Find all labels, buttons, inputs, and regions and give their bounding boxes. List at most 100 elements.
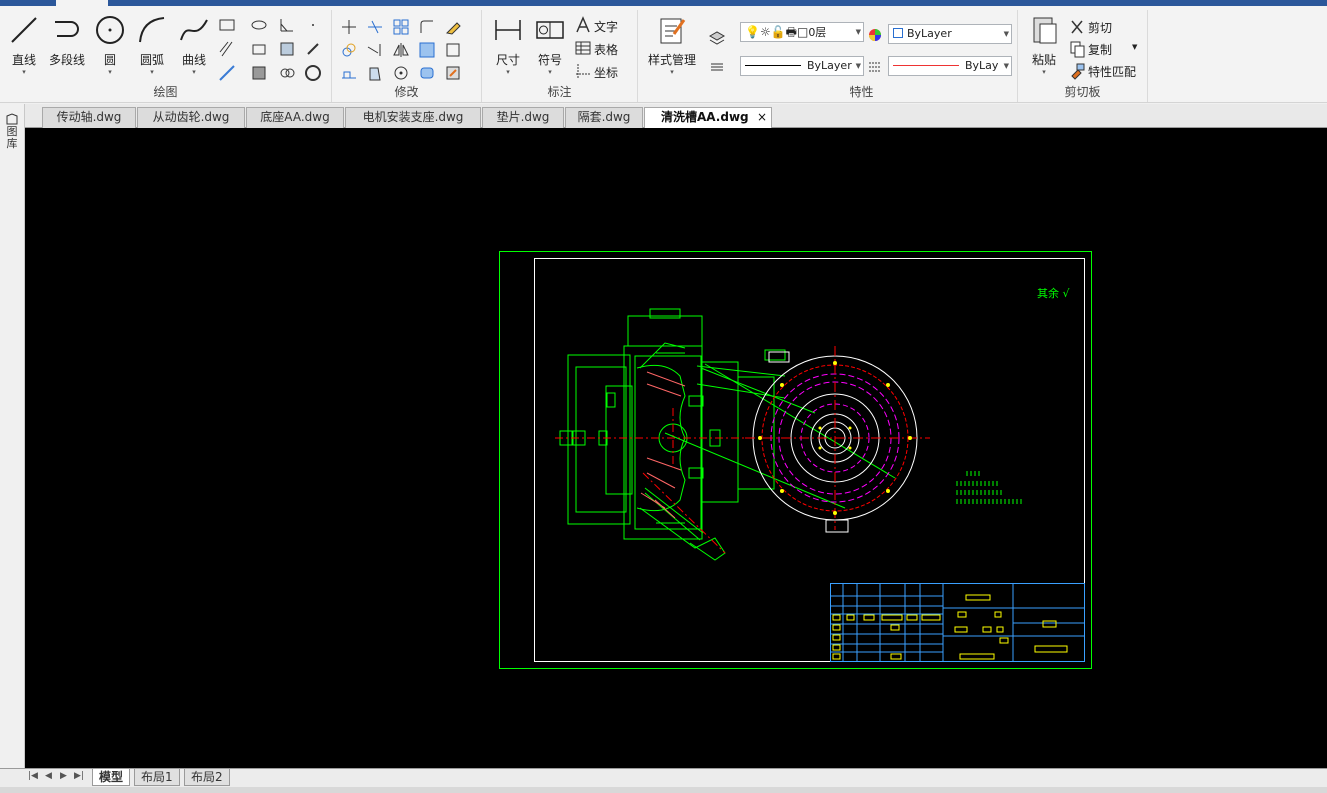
drawing-svg[interactable]: 其余 √ <box>25 128 1327 768</box>
library-panel-toggle[interactable]: 图库 <box>5 126 19 150</box>
title-block-text <box>832 594 1068 660</box>
close-tab-icon[interactable]: × <box>757 108 767 127</box>
circle-label: 圆 <box>103 53 116 67</box>
scale-icon[interactable] <box>418 41 436 59</box>
text-icon[interactable] <box>574 16 592 34</box>
tab-layout1[interactable]: 布局1 <box>134 769 180 786</box>
point-icon[interactable] <box>304 16 322 34</box>
layer-manager-icon[interactable] <box>708 28 726 46</box>
status-bar <box>0 787 1327 793</box>
cut-label[interactable]: 剪切 <box>1088 19 1112 36</box>
table-icon[interactable] <box>574 39 592 57</box>
copy-label[interactable]: 复制 <box>1088 41 1112 58</box>
lineweight-icon[interactable] <box>866 58 884 76</box>
layout-tab-bar: |◀ ◀ ▶ ▶| 模型 布局1 布局2 <box>0 768 1327 787</box>
panel-properties: 💡☼🔓🖶□0层 ▼ ByLayer ▼ ByLayer ▼ ByLay ▼ 特性 <box>706 10 1018 102</box>
file-tab[interactable]: 电机安装支座.dwg <box>345 107 481 128</box>
prev-tab-icon[interactable]: ◀ <box>45 771 52 781</box>
first-tab-icon[interactable]: |◀ <box>28 771 38 781</box>
tab-layout2[interactable]: 布局2 <box>184 769 230 786</box>
next-tab-icon[interactable]: ▶ <box>60 771 67 781</box>
linetype-icon[interactable] <box>708 58 726 76</box>
line-button[interactable]: 直线 ▾ <box>4 14 44 76</box>
match-properties-icon[interactable] <box>1068 62 1086 80</box>
region-icon[interactable] <box>250 40 268 58</box>
donut-icon[interactable] <box>304 64 322 82</box>
section-view <box>559 308 786 561</box>
style-manager-button[interactable]: 样式管理 ▾ <box>644 14 700 76</box>
file-tab[interactable]: 隔套.dwg <box>565 107 643 128</box>
roughness-note: 其余 √ <box>1037 286 1070 300</box>
coordinate-label[interactable]: 坐标 <box>594 64 618 81</box>
polyline-label: 多段线 <box>48 53 85 67</box>
ray-icon[interactable] <box>304 40 322 58</box>
panel-annotate: 尺寸 ▾ 符号 ▾ 文字 表格 坐标 标注 <box>482 10 638 102</box>
construction-line-icon[interactable] <box>218 64 236 82</box>
scissors-icon[interactable] <box>1068 18 1086 36</box>
chamfer-icon[interactable] <box>418 64 436 82</box>
panel-draw: 直线 ▾ 多段线 圆 ▾ 圆弧 ▾ 曲线 ▾ 绘图 <box>0 10 332 102</box>
last-tab-icon[interactable]: ▶| <box>74 771 84 781</box>
move-icon[interactable] <box>340 18 358 36</box>
layer-dropdown[interactable]: 💡☼🔓🖶□0层 ▼ <box>740 22 864 42</box>
section-hatching <box>640 371 686 519</box>
arc-icon <box>139 17 165 43</box>
revision-cloud-icon[interactable] <box>278 64 296 82</box>
text-label[interactable]: 文字 <box>594 18 618 35</box>
extend-icon[interactable] <box>366 41 384 59</box>
linetype-value: ByLayer <box>807 59 852 72</box>
explode-icon[interactable] <box>444 41 462 59</box>
color-wheel-icon[interactable] <box>866 26 884 44</box>
coordinate-icon[interactable] <box>574 62 592 80</box>
drawing-canvas[interactable]: 其余 √ <box>25 128 1327 768</box>
lineweight-value: ByLay <box>965 59 999 72</box>
wipeout-icon[interactable] <box>250 64 268 82</box>
sheet-outer-frame <box>499 251 1092 669</box>
fillet-icon[interactable] <box>418 18 436 36</box>
rotate-icon[interactable] <box>392 64 410 82</box>
linetype-dropdown[interactable]: ByLayer ▼ <box>740 56 864 76</box>
offset-icon[interactable] <box>366 64 384 82</box>
color-dropdown[interactable]: ByLayer ▼ <box>888 24 1012 44</box>
annotate-panel-title: 标注 <box>547 85 572 99</box>
boundary-icon[interactable] <box>278 40 296 58</box>
file-tab[interactable]: 垫片.dwg <box>482 107 564 128</box>
file-tab-bar: 传动轴.dwg 从动齿轮.dwg 底座AA.dwg 电机安装支座.dwg 垫片.… <box>0 104 1327 128</box>
spline-icon <box>180 19 208 41</box>
symbol-button[interactable]: 符号 ▾ <box>530 14 570 76</box>
file-tab[interactable]: 底座AA.dwg <box>246 107 344 128</box>
arc-button[interactable]: 圆弧 ▾ <box>132 14 172 76</box>
active-tab-label: 清洗槽AA.dwg <box>661 110 749 124</box>
paste-button[interactable]: 粘贴 ▾ <box>1024 14 1064 76</box>
dimension-angle-icon[interactable] <box>278 16 296 34</box>
mirror-icon[interactable] <box>392 41 410 59</box>
ellipse-icon[interactable] <box>250 16 268 34</box>
lineweight-dropdown[interactable]: ByLay ▼ <box>888 56 1012 76</box>
file-tab-active[interactable]: 清洗槽AA.dwg × <box>644 107 772 128</box>
hatch-icon[interactable] <box>218 40 236 58</box>
paste-icon <box>1033 17 1057 44</box>
title-block <box>830 583 1085 662</box>
properties-edit-icon[interactable] <box>444 64 462 82</box>
layer-value: 0层 <box>808 26 827 39</box>
erase-icon[interactable] <box>444 18 462 36</box>
file-tab[interactable]: 传动轴.dwg <box>42 107 136 128</box>
geometric-tolerance-icon <box>536 21 564 39</box>
rectangle-icon[interactable] <box>218 16 236 34</box>
circle-button[interactable]: 圆 ▾ <box>90 14 130 76</box>
stretch-icon[interactable] <box>340 64 358 82</box>
polyline-icon <box>55 21 79 37</box>
polyline-button[interactable]: 多段线 <box>46 14 88 68</box>
line-label: 直线 <box>11 53 36 67</box>
copy-object-icon[interactable] <box>340 41 358 59</box>
trim-icon[interactable] <box>366 18 384 36</box>
copy-icon[interactable] <box>1068 40 1086 58</box>
library-icon[interactable] <box>5 112 19 126</box>
match-properties-label[interactable]: 特性匹配 <box>1088 63 1136 80</box>
table-label[interactable]: 表格 <box>594 41 618 58</box>
array-icon[interactable] <box>392 18 410 36</box>
dimension-button[interactable]: 尺寸 ▾ <box>488 14 528 76</box>
file-tab[interactable]: 从动齿轮.dwg <box>137 107 245 128</box>
curve-button[interactable]: 曲线 ▾ <box>174 14 214 76</box>
tab-model[interactable]: 模型 <box>92 769 131 786</box>
